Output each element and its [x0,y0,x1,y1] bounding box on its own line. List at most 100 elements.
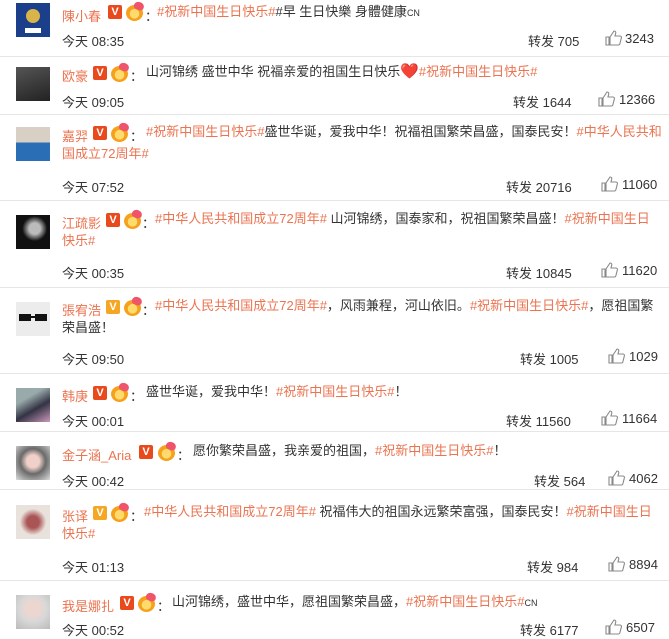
police-emblem-icon [16,3,50,37]
like-count: 11620 [622,263,658,278]
heart-icon: ❤️ [400,63,419,80]
hashtag-link[interactable]: #祝新中国生日快乐# [276,384,394,399]
repost-button[interactable]: 转发 6177 [520,620,579,639]
repost-button[interactable]: 转发 20716 [506,177,572,196]
thumbs-up-icon[interactable] [601,176,618,192]
colon: ： [157,599,171,614]
comment-item: 张译 V ： #中华人民共和国成立72周年# 祝福伟大的祖国永远繁荣富强，国泰民… [0,490,669,580]
repost-button[interactable]: 转发 984 [527,557,578,576]
comment-time: 今天 00:52 [62,623,125,638]
like-count: 4062 [629,471,658,486]
text-segment: 愿你繁荣昌盛，我亲爱的祖国， [193,443,376,458]
text-segment: 盛世华诞，爱我中华！祝福祖国繁荣昌盛，国泰民安！ [264,124,577,139]
comment-time: 今天 09:50 [62,352,125,367]
v-badge-icon: V [93,386,107,400]
repost-button[interactable]: 转发 11560 [506,411,571,430]
thumbs-up-icon[interactable] [608,556,625,572]
colon: ： [130,69,144,84]
comment-time: 今天 00:01 [62,414,125,429]
comment-text: #中华人民共和国成立72周年#，风雨兼程，河山依旧。#祝新中国生日快乐#，愿祖国… [62,295,662,339]
comment-time: 今天 00:35 [62,266,125,281]
avatar[interactable] [16,446,50,480]
comment-text: 愿你繁荣昌盛，我亲爱的祖国，#祝新中国生日快乐#！ [193,440,653,462]
sunglasses-avatar-image [16,302,50,336]
avatar[interactable] [16,505,50,539]
cn-suffix: CN [406,8,420,18]
hashtag-link[interactable]: #中华人民共和国成立72周年# [155,211,327,226]
text-segment: 山河锦绣 盛世中华 祝福亲爱的祖国生日快乐 [146,64,401,79]
hashtag-link[interactable]: #祝新中国生日快乐# [470,298,588,313]
hashtag-link[interactable]: #祝新中国生日快乐# [157,4,275,19]
comment-time: 今天 01:13 [62,560,125,575]
v-badge-icon: V [93,66,107,80]
thumbs-up-icon[interactable] [605,30,622,46]
comment-text: 盛世华诞，爱我中华！#祝新中国生日快乐#！ [146,381,656,403]
fan-badge-icon [111,386,128,402]
repost-button[interactable]: 转发 1005 [520,349,579,368]
thumbs-up-icon[interactable] [598,91,615,107]
user-name[interactable]: 我是娜扎 [62,596,114,615]
comment-text: #祝新中国生日快乐##早 生日快樂 身體健康CN [157,1,657,24]
hashtag-link[interactable]: #祝新中国生日快乐# [146,124,264,139]
text-segment: 祝福伟大的祖国永远繁荣富强，国泰民安！ [315,504,567,519]
repost-button[interactable]: 转发 564 [534,471,585,490]
thumbs-up-icon[interactable] [605,619,622,635]
like-count: 6507 [626,620,655,635]
text-segment: #早 生日快樂 身體健康 [275,4,407,19]
hashtag-link[interactable]: #中华人民共和国成立72周年# [155,298,327,313]
user-name[interactable]: 金子涵_Aria [62,445,131,464]
user-name[interactable]: 欧豪 [62,66,88,85]
text-segment: ！ [493,443,507,458]
comment-text: 山河锦绣，盛世中华，愿祖国繁荣昌盛，#祝新中国生日快乐#CN [172,591,662,614]
thumbs-up-icon[interactable] [601,410,618,426]
avatar[interactable] [16,595,50,629]
like-count: 8894 [629,557,658,572]
repost-button[interactable]: 转发 1644 [513,92,572,111]
comment-item: 我是娜扎 V ： 山河锦绣，盛世中华，愿祖国繁荣昌盛，#祝新中国生日快乐#CN … [0,581,669,638]
comment-item: 欧豪 V ： 山河锦绣 盛世中华 祝福亲爱的祖国生日快乐❤️#祝新中国生日快乐#… [0,57,669,113]
fan-badge-icon [138,596,155,612]
user-name[interactable]: 陳小春 [62,6,101,25]
comment-text: 山河锦绣 盛世中华 祝福亲爱的祖国生日快乐❤️#祝新中国生日快乐# [146,61,656,83]
like-count: 1029 [629,349,658,364]
user-name[interactable]: 韩庚 [62,386,88,405]
like-count: 11664 [622,411,658,426]
avatar[interactable] [16,302,50,336]
like-count: 12366 [619,92,656,107]
text-segment: ，风雨兼程，河山依旧。 [326,298,470,313]
comment-text: #中华人民共和国成立72周年# 祝福伟大的祖国永远繁荣富强，国泰民安！#祝新中国… [62,501,662,545]
hashtag-link[interactable]: #祝新中国生日快乐# [419,64,537,79]
thumbs-up-icon[interactable] [601,262,618,278]
colon: ： [130,389,144,404]
comment-time: 今天 00:42 [62,474,125,489]
hashtag-link[interactable]: #祝新中国生日快乐# [375,443,493,458]
thumbs-up-icon[interactable] [608,470,625,486]
fan-badge-icon [126,5,143,21]
avatar[interactable] [16,127,50,161]
avatar[interactable] [16,67,50,101]
v-badge-icon: V [139,445,153,459]
v-badge-icon: V [108,5,122,19]
comment-item: 金子涵_Aria V ： 愿你繁荣昌盛，我亲爱的祖国，#祝新中国生日快乐#！ 今… [0,432,669,489]
v-badge-icon: V [120,596,134,610]
hashtag-link[interactable]: #祝新中国生日快乐# [406,594,524,609]
text-segment: 山河锦绣，盛世中华，愿祖国繁荣昌盛， [172,594,407,609]
thumbs-up-icon[interactable] [608,348,625,364]
comment-item: 陳小春 V ： #祝新中国生日快乐##早 生日快樂 身體健康CN 今天 08:3… [0,0,669,56]
fan-badge-icon [158,445,175,461]
repost-button[interactable]: 转发 705 [528,31,579,50]
text-segment: ！ [394,384,408,399]
text-segment: 盛世华诞，爱我中华！ [146,384,277,399]
hashtag-link[interactable]: #中华人民共和国成立72周年# [144,504,316,519]
repost-button[interactable]: 转发 10845 [506,263,572,282]
like-count: 3243 [625,31,654,46]
like-count: 11060 [622,177,658,192]
comment-time: 今天 09:05 [62,95,125,110]
avatar[interactable] [16,3,50,37]
comment-time: 今天 07:52 [62,180,125,195]
comment-item: 韩庚 V ： 盛世华诞，爱我中华！#祝新中国生日快乐#！ 今天 00:01 转发… [0,374,669,431]
text-segment: 山河锦绣，国泰家和，祝祖国繁荣昌盛！ [326,211,565,226]
avatar[interactable] [16,215,50,249]
comment-text: #祝新中国生日快乐#盛世华诞，爱我中华！祝福祖国繁荣昌盛，国泰民安！#中华人民共… [62,121,662,165]
avatar[interactable] [16,388,50,422]
